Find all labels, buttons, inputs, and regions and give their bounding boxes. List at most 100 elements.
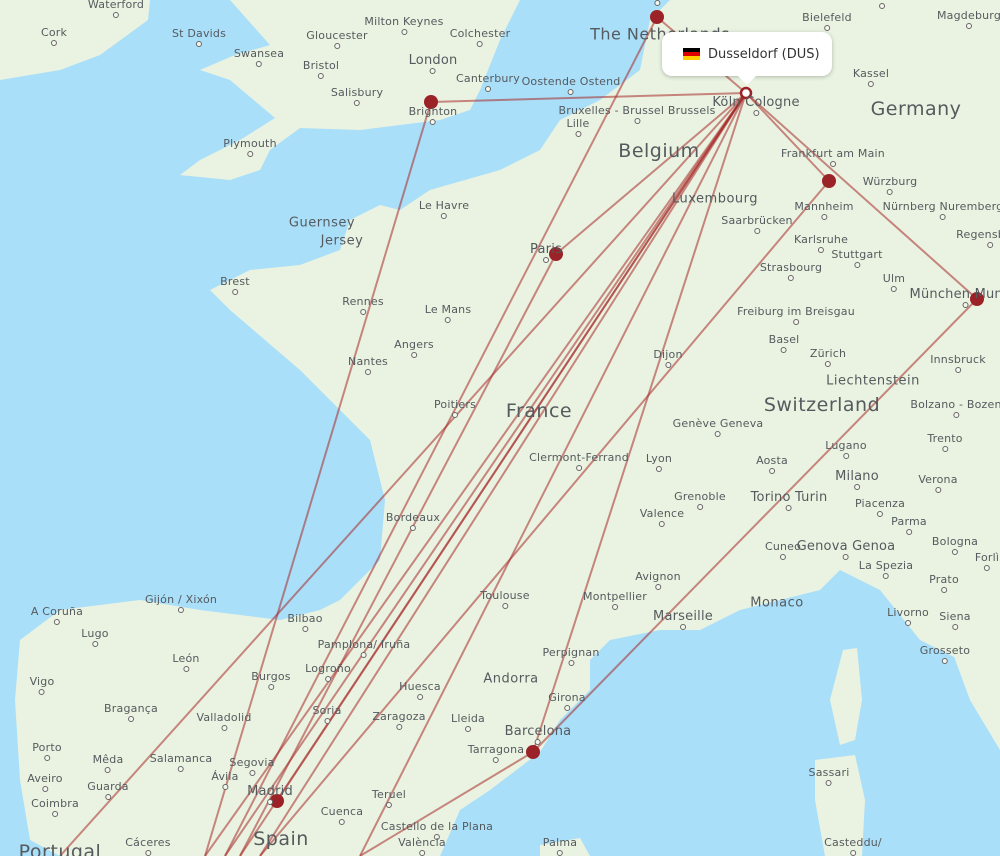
- city-label-ulm: Ulm: [883, 273, 905, 292]
- city-label-brighton: Brighton: [409, 106, 458, 125]
- city-label-la-spezia: La Spezia: [859, 560, 913, 579]
- city-label-avila: Ávila: [211, 771, 238, 790]
- city-dot-icon: [654, 584, 661, 590]
- city-name: Siena: [939, 610, 971, 623]
- city-name: Le Havre: [418, 199, 470, 212]
- city-name: Angers: [394, 338, 434, 351]
- city-name: Montpellier: [583, 590, 647, 603]
- city-label-geneve-geneva: Genève Geneva: [673, 418, 764, 437]
- city-name: Tarragona: [467, 743, 525, 756]
- city-dot-icon: [697, 504, 703, 510]
- city-dot-icon: [659, 521, 665, 527]
- city-dot-icon: [38, 689, 45, 695]
- city-label-salisbury: Salisbury: [331, 87, 383, 106]
- city-dot-icon: [904, 620, 911, 626]
- city-name: Cuneo: [764, 540, 802, 553]
- city-dot-icon: [793, 319, 799, 325]
- city-name: Regensburg: [956, 228, 1000, 241]
- city-label-bordeaux: Bordeaux: [386, 512, 440, 531]
- city-dot-icon: [364, 369, 371, 375]
- city-name: Aosta: [756, 454, 788, 467]
- city-label-torino-turin: Torino Turin: [750, 490, 828, 511]
- city-name: Genova Genoa: [796, 539, 896, 554]
- city-name: Lille: [566, 117, 590, 130]
- city-name: Ávila: [211, 770, 239, 783]
- city-label-gloucester: Gloucester: [306, 30, 368, 49]
- city-dot-icon: [882, 573, 889, 579]
- city-name: Würzburg: [862, 175, 918, 188]
- city-dot-icon: [854, 484, 860, 490]
- city-dot-icon: [787, 275, 794, 281]
- city-name: Girona: [548, 691, 586, 704]
- city-label-coimbra: Coimbra: [31, 798, 79, 817]
- city-dot-icon: [43, 755, 50, 761]
- city-name: Innsbruck: [930, 353, 986, 366]
- city-name: Stuttgart: [831, 248, 883, 261]
- city-label-plymouth: Plymouth: [223, 138, 277, 157]
- city-dot-icon: [324, 676, 331, 682]
- airport-marker-barcelona[interactable]: [526, 745, 540, 759]
- city-label-amsterdam: Amsterdam: [618, 0, 695, 6]
- city-dot-icon: [317, 73, 324, 79]
- city-label-braganca: Bragança: [104, 703, 158, 722]
- city-label-le-havre: Le Havre: [419, 200, 469, 219]
- city-label-zurich: Zürich: [810, 348, 846, 367]
- city-label-swansea: Swansea: [234, 48, 284, 67]
- city-name: Saarbrücken: [721, 214, 793, 227]
- city-label-kassel: Kassel: [853, 68, 889, 87]
- city-name: Waterford: [87, 0, 145, 11]
- city-label-guarda: Guarda: [87, 781, 129, 800]
- city-label-waterford: Waterford: [88, 0, 144, 18]
- city-name: Avignon: [635, 570, 681, 583]
- city-dot-icon: [105, 794, 111, 800]
- city-name: Valence: [639, 507, 685, 520]
- city-name: Cáceres: [125, 836, 171, 849]
- city-dot-icon: [144, 850, 151, 856]
- city-name: Hanover: [858, 0, 906, 2]
- city-label-cuenca: Cuenca: [321, 806, 363, 825]
- city-name: Burgos: [251, 670, 291, 683]
- city-name: Soria: [312, 704, 342, 717]
- city-label-casteddu: Casteddu/: [824, 837, 882, 856]
- city-name: Bragança: [104, 702, 158, 715]
- city-name: Brest: [220, 275, 250, 288]
- city-name: Perpignan: [542, 646, 600, 659]
- route-map[interactable]: Waterford Cork St Davids Swansea Gloucester B…: [0, 0, 1000, 856]
- city-label-poitiers: Poitiers: [434, 399, 476, 418]
- city-label-livorno: Livorno: [887, 607, 929, 626]
- city-dot-icon: [419, 850, 425, 856]
- city-label-bolzano-bozen: Bolzano - Bozen: [910, 399, 1000, 418]
- city-name: Castello de la Plana: [380, 820, 494, 833]
- city-name: Poitiers: [433, 398, 477, 411]
- city-name: Grenoble: [674, 490, 726, 503]
- city-dot-icon: [877, 511, 883, 517]
- country-label-jersey: Jersey: [320, 233, 364, 249]
- city-label-brest: Brest: [220, 276, 250, 295]
- tooltip-label: Dusseldorf (DUS): [708, 46, 820, 62]
- city-dot-icon: [853, 262, 860, 268]
- city-dot-icon: [955, 367, 961, 373]
- city-dot-icon: [231, 289, 238, 295]
- city-name: München Munich: [909, 287, 1000, 302]
- city-label-lleida: Lleida: [451, 713, 485, 732]
- city-name: Colchester: [449, 27, 511, 40]
- city-dot-icon: [429, 68, 436, 74]
- city-dot-icon: [429, 119, 436, 125]
- city-label-stuttgart: Stuttgart: [831, 249, 882, 268]
- city-label-dijon: Dijon: [653, 349, 682, 368]
- city-dot-icon: [360, 652, 367, 658]
- italy-coast: [948, 620, 1000, 750]
- city-name: Torino Turin: [750, 490, 828, 505]
- city-name: Brighton: [408, 105, 458, 118]
- city-name: Vigo: [29, 675, 55, 688]
- airport-marker-amsterdam[interactable]: [650, 10, 664, 24]
- city-label-perpignan: Perpignan: [542, 647, 599, 666]
- city-dot-icon: [542, 257, 549, 263]
- airport-marker-frankfurt[interactable]: [822, 174, 836, 188]
- city-label-gijon-xixon: Gijón / Xixón: [145, 594, 217, 613]
- city-name: Huesca: [399, 680, 441, 693]
- city-dot-icon: [465, 726, 471, 732]
- country-label-france: France: [505, 400, 573, 422]
- city-name: Bologna: [931, 535, 979, 548]
- city-name: Bolzano - Bozen: [910, 398, 1000, 411]
